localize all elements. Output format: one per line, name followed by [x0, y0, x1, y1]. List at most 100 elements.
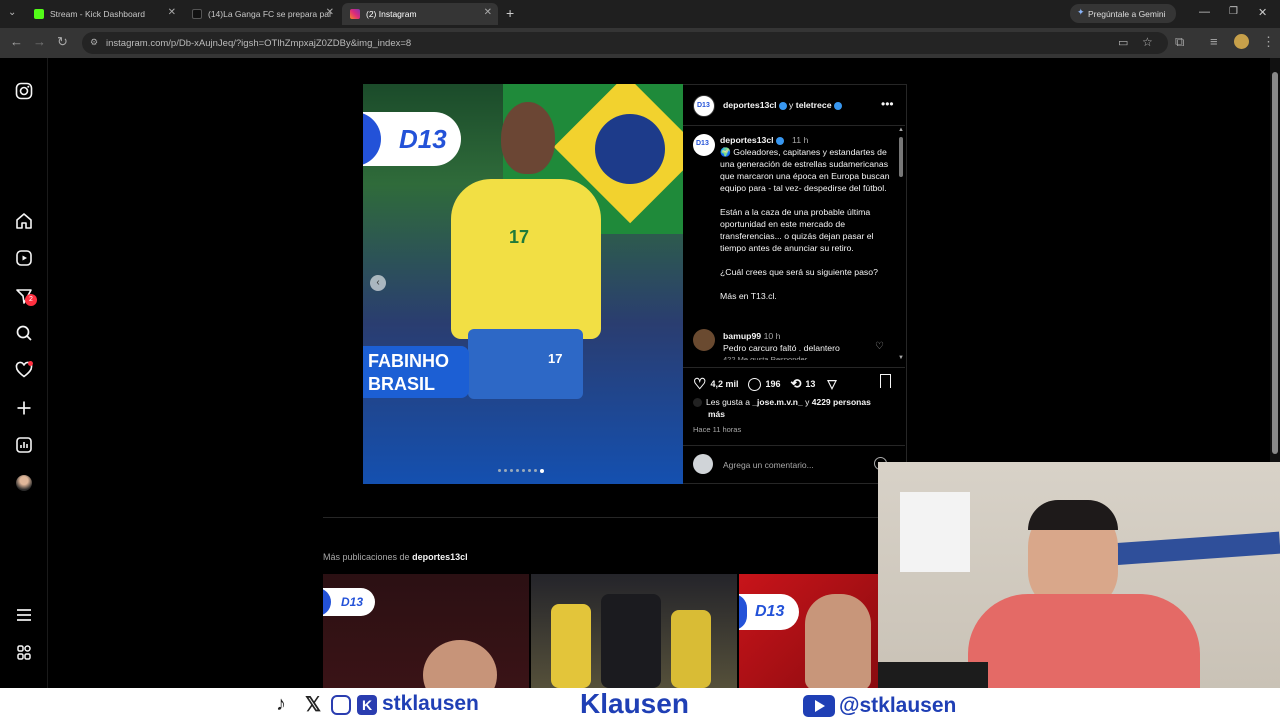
liked-by: Les gusta a _jose.m.v.n_ y 4229 personas… — [693, 396, 893, 420]
jersey-poster — [900, 492, 970, 572]
more-menu-icon[interactable] — [14, 606, 34, 626]
carousel-dot — [516, 469, 519, 472]
grid-post-1[interactable]: D13 — [323, 574, 529, 688]
site-info-icon[interactable]: ⚙ — [90, 37, 98, 48]
more-posts-user[interactable]: deportes13cl — [412, 552, 468, 562]
collab-username[interactable]: teletrece — [796, 100, 832, 110]
also-from-meta-icon[interactable] — [14, 644, 34, 664]
comments-scrollbar-thumb[interactable] — [899, 137, 903, 177]
scroll-up-icon[interactable]: ▲ — [898, 127, 904, 133]
commenter-avatar[interactable] — [693, 329, 715, 351]
extensions-icon[interactable]: ⧉ — [1175, 34, 1184, 50]
address-bar[interactable]: ⚙ instagram.com/p/Db-xAujnJeq/?igsh=OTlh… — [82, 32, 1168, 54]
avatar-d13-text: D13 — [696, 140, 709, 147]
tiktok-favicon-icon — [192, 9, 202, 19]
d13-badge-text: D13 — [399, 124, 447, 154]
carousel-prev-button[interactable]: ‹ — [370, 275, 386, 291]
reload-icon[interactable]: ↻ — [57, 34, 68, 50]
instagram-sidebar: 2 — [0, 58, 48, 688]
carousel-dot — [528, 469, 531, 472]
bookmark-star-icon[interactable]: ☆ — [1142, 35, 1153, 49]
scroll-down-icon[interactable]: ▼ — [898, 355, 904, 361]
grid-post-2[interactable] — [531, 574, 737, 688]
comment-input[interactable]: Agrega un comentario... — [723, 460, 814, 470]
liked-by-avatar — [693, 398, 702, 408]
minimize-icon[interactable]: — — [1199, 6, 1210, 18]
kick-favicon-icon — [34, 9, 44, 19]
tab-tiktok[interactable]: (14)La Ganga FC se prepara par ✕ — [184, 3, 340, 25]
caption-time: 11 h — [792, 135, 809, 145]
current-user-avatar — [693, 454, 713, 474]
share-icon[interactable]: ▽ — [827, 377, 836, 391]
likes-count[interactable]: 4,2 mil — [710, 379, 738, 389]
grid-post-3[interactable]: D13 — [739, 574, 878, 688]
instagram-logo-icon[interactable] — [14, 82, 34, 102]
post-details-panel: D13 deportes13cl y teletrece ••• D13 dep… — [683, 84, 907, 484]
restore-icon[interactable]: ❐ — [1229, 6, 1238, 17]
liked-by-user[interactable]: _jose.m.v.n_ — [752, 397, 802, 407]
back-icon[interactable]: ← — [10, 34, 23, 49]
more-posts-heading: Más publicaciones de deportes13cl — [323, 552, 468, 562]
keyboard — [878, 662, 988, 688]
tab-title: (14)La Ganga FC se prepara par — [208, 9, 332, 19]
player-shorts: 17 — [468, 329, 583, 399]
forward-icon[interactable]: → — [33, 34, 46, 49]
caption-username[interactable]: deportes13cl — [720, 135, 774, 145]
liked-by-more[interactable]: más — [693, 408, 893, 420]
carousel-dot — [522, 469, 525, 472]
create-plus-icon[interactable] — [14, 399, 34, 419]
post-media[interactable]: 17 17 D13 FABINHO BRASIL ‹ — [363, 84, 683, 484]
profile-avatar-icon[interactable] — [1234, 34, 1249, 49]
liked-by-suffix: y — [805, 397, 810, 407]
comment-bubble-icon[interactable] — [748, 377, 762, 391]
new-tab-button[interactable]: + — [506, 5, 514, 21]
d13-badge: D13 — [363, 112, 461, 166]
media-controls-icon[interactable]: ≡ — [1210, 34, 1218, 49]
notifications-heart-icon[interactable] — [14, 361, 34, 381]
close-tab-icon[interactable]: ✕ — [168, 7, 176, 18]
more-options-icon[interactable]: ••• — [881, 97, 894, 111]
tab-instagram[interactable]: (2) Instagram ✕ — [342, 3, 498, 25]
comments-count[interactable]: 196 — [765, 379, 780, 389]
gemini-button[interactable]: ✦ Pregúntale a Gemini — [1070, 4, 1176, 23]
caption-avatar[interactable]: D13 — [693, 134, 715, 156]
dashboard-icon[interactable] — [14, 436, 34, 456]
home-icon[interactable] — [14, 212, 34, 232]
save-bookmark-icon[interactable] — [880, 374, 891, 388]
search-icon[interactable] — [14, 324, 34, 344]
close-tab-icon[interactable]: ✕ — [326, 7, 334, 18]
tab-kick[interactable]: Stream - Kick Dashboard ✕ — [26, 3, 182, 25]
liked-by-count[interactable]: 4229 personas — [812, 397, 871, 407]
reposts-count[interactable]: 13 — [805, 379, 815, 389]
comments-scrollbar[interactable]: ▲ ▼ — [897, 127, 905, 367]
shorts-number: 17 — [548, 351, 563, 366]
author-username[interactable]: deportes13cl — [723, 100, 777, 110]
tab-title: Stream - Kick Dashboard — [50, 9, 145, 19]
page-scrollbar-thumb[interactable] — [1272, 72, 1278, 454]
comment-meta[interactable]: 422 Me gusta Responder — [723, 354, 883, 360]
comment-block: bamup99 10 h Pedro carcuro faltó . delan… — [723, 330, 883, 360]
author-avatar[interactable]: D13 — [693, 95, 715, 117]
close-window-icon[interactable]: ✕ — [1258, 6, 1267, 19]
comment-username[interactable]: bamup99 — [723, 331, 761, 341]
d13-badge-text: D13 — [341, 595, 364, 609]
close-tab-icon[interactable]: ✕ — [484, 7, 492, 18]
streamer-name: Klausen — [580, 688, 689, 719]
repost-icon[interactable]: ⟲ — [791, 376, 802, 392]
divider — [683, 445, 905, 446]
comment-like-icon[interactable]: ♡ — [875, 341, 884, 352]
scarf-banner — [1097, 531, 1280, 567]
cast-icon[interactable]: ▭ — [1118, 36, 1128, 49]
chrome-menu-icon[interactable]: ⋮ — [1262, 34, 1275, 50]
reels-icon[interactable] — [14, 249, 34, 269]
tab-search-icon[interactable]: ⌄ — [8, 7, 16, 18]
d13-badge-text: D13 — [755, 603, 785, 620]
caption-paragraph: ¿Cuál crees que será su siguiente paso? — [720, 267, 878, 277]
messages-icon[interactable]: 2 — [14, 287, 37, 307]
action-bar: ♡ 4,2 mil 196 ⟲ 13 ▽ — [693, 375, 837, 393]
tab-title: (2) Instagram — [366, 9, 417, 19]
stream-banner: ♪ 𝕏 K stklausen Klausen @stklausen — [0, 688, 1280, 720]
like-heart-icon[interactable]: ♡ — [693, 375, 706, 393]
profile-avatar[interactable] — [14, 473, 34, 493]
name-plate: FABINHO BRASIL — [363, 346, 469, 398]
